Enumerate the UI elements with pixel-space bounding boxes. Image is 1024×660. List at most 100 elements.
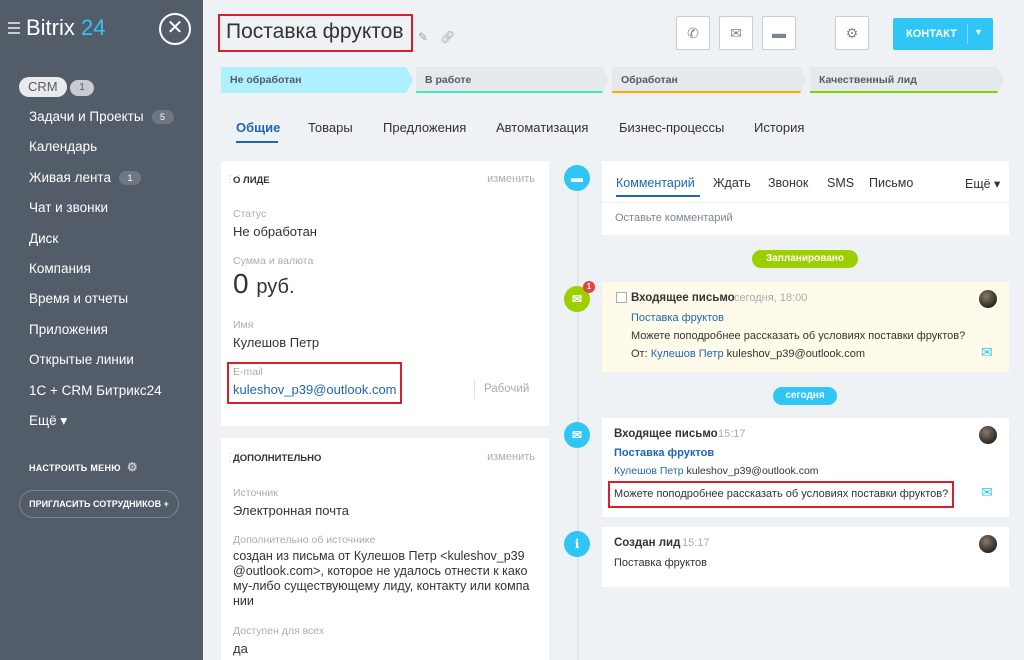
sidebar-header: Bitrix 24 ✕: [0, 0, 203, 58]
editor-tab-call[interactable]: Звонок: [768, 176, 808, 190]
planned-pill: Запланировано: [752, 250, 858, 268]
sum-value: 0 руб.: [233, 268, 295, 299]
sidebar-item-feed[interactable]: Живая лента 1: [0, 163, 203, 193]
comment-input[interactable]: Оставьте комментарий: [615, 212, 733, 224]
contact-button-label: КОНТАКТ: [906, 28, 957, 40]
reply-mail-icon[interactable]: ✉: [981, 484, 993, 501]
edit-link[interactable]: изменить: [487, 451, 535, 463]
tab-general[interactable]: Общие: [236, 120, 280, 135]
link-icon[interactable]: 🔗︎: [440, 30, 455, 44]
gear-icon: ⚙: [126, 460, 138, 474]
avatar[interactable]: [979, 535, 997, 553]
name-value: Кулешов Петр: [233, 335, 320, 350]
chevron-down-icon[interactable]: ▼: [974, 27, 983, 37]
tab-automation[interactable]: Автоматизация: [496, 120, 588, 135]
editor-tab-comment[interactable]: Комментарий: [616, 176, 695, 190]
item-text: Поставка фруктов: [614, 557, 707, 569]
tab-underline: [236, 141, 278, 143]
item-text: Можете поподробнее рассказать об условия…: [631, 330, 966, 342]
item-time: 15:17: [718, 428, 746, 440]
item-title: Входящее письмо: [631, 292, 735, 304]
editor-tab-underline: [616, 195, 700, 197]
sidebar-item-openlines[interactable]: Открытые линии: [0, 345, 203, 375]
today-pill: сегодня: [773, 387, 837, 405]
item-title: Создан лид: [614, 537, 681, 549]
chat-icon: ▬: [772, 25, 786, 41]
contact-button[interactable]: КОНТАКТ ▼: [893, 18, 993, 50]
source-info-line: нии: [233, 594, 254, 608]
sidebar-item-time[interactable]: Время и отчеты: [0, 284, 203, 314]
call-button[interactable]: ✆: [676, 16, 710, 50]
item-from: Кулешов Петр kuleshov_p39@outlook.com: [614, 465, 819, 477]
sidebar-item-apps[interactable]: Приложения: [0, 315, 203, 345]
status-label: Статус: [233, 208, 267, 220]
sidebar-item-disk[interactable]: Диск: [0, 224, 203, 254]
from-name-link[interactable]: Кулешов Петр: [614, 465, 684, 477]
stage-in-progress[interactable]: В работе: [416, 67, 609, 93]
status-value: Не обработан: [233, 224, 317, 239]
sidebar-item-calendar[interactable]: Календарь: [0, 132, 203, 162]
pencil-icon[interactable]: ✎: [418, 30, 428, 44]
sidebar-item-chat[interactable]: Чат и звонки: [0, 193, 203, 223]
sidebar-nav: Задачи и Проекты 5 Календарь Живая лента 1…: [0, 102, 203, 436]
logo[interactable]: Bitrix 24: [26, 15, 106, 41]
sidebar-item-crm[interactable]: CRM: [19, 77, 67, 97]
divider: [602, 202, 1009, 203]
close-icon[interactable]: ✕: [159, 13, 191, 45]
editor-tab-more[interactable]: Ещё ▾: [965, 176, 1000, 191]
email-button[interactable]: ✉: [719, 16, 753, 50]
chat-button[interactable]: ▬: [762, 16, 796, 50]
stage-qualified[interactable]: Качественный лид: [810, 67, 1004, 93]
settings-button[interactable]: ⚙: [835, 16, 869, 50]
edit-link[interactable]: изменить: [487, 173, 535, 185]
feed-count-badge: 1: [118, 171, 141, 186]
sidebar-item-1c[interactable]: 1С + CRM Битрикс24: [0, 376, 203, 406]
card-title: О ЛИДЕ: [233, 175, 270, 186]
sidebar-item-more[interactable]: Ещё ▾: [0, 406, 203, 436]
sidebar: Bitrix 24 ✕ CRM 1 Задачи и Проекты 5 Кале…: [0, 0, 203, 660]
item-time: 15:17: [682, 537, 710, 549]
avatar[interactable]: [979, 426, 997, 444]
reply-mail-icon[interactable]: ✉: [981, 344, 993, 361]
card-title: ДОПОЛНИТЕЛЬНО: [233, 453, 322, 464]
item-time: сегодня, 18:00: [734, 292, 808, 304]
editor-tab-email[interactable]: Письмо: [869, 176, 913, 190]
tab-quotes[interactable]: Предложения: [383, 120, 466, 135]
tab-history[interactable]: История: [754, 120, 804, 135]
crm-count-badge: 1: [70, 80, 94, 96]
additional-card: ⋮⋮ ДОПОЛНИТЕЛЬНО изменить Источник Элект…: [221, 438, 549, 660]
editor-tab-sms[interactable]: SMS: [827, 176, 854, 190]
tab-business-processes[interactable]: Бизнес-процессы: [619, 120, 724, 135]
info-icon: i: [564, 531, 590, 557]
stage-processed[interactable]: Обработан: [612, 67, 807, 93]
email-highlight: [227, 362, 402, 404]
stage-new[interactable]: Не обработан: [221, 67, 413, 93]
page-title[interactable]: Поставка фруктов: [226, 20, 404, 44]
notification-badge: 1: [583, 281, 595, 293]
access-label: Доступен для всех: [233, 625, 325, 637]
invite-button[interactable]: ПРИГЛАСИТЬ СОТРУДНИКОВ +: [19, 490, 179, 518]
envelope-icon: ✉: [730, 25, 742, 41]
avatar[interactable]: [979, 290, 997, 308]
menu-icon[interactable]: [8, 22, 20, 34]
phone-icon: ✆: [687, 25, 699, 41]
sidebar-item-tasks[interactable]: Задачи и Проекты 5: [0, 102, 203, 132]
source-info-line: создан из письма от Кулешов Петр <kulesh…: [233, 549, 525, 563]
item-subject-link[interactable]: Поставка фруктов: [631, 312, 724, 324]
email-type: Рабочий: [484, 383, 530, 395]
item-from: От: Кулешов Петр kuleshov_p39@outlook.co…: [631, 348, 865, 360]
name-label: Имя: [233, 319, 254, 331]
sidebar-item-company[interactable]: Компания: [0, 254, 203, 284]
settings-menu-link[interactable]: НАСТРОИТЬ МЕНЮ ⚙: [29, 460, 138, 474]
editor-tab-wait[interactable]: Ждать: [713, 176, 751, 190]
source-value: Электронная почта: [233, 503, 350, 518]
complete-checkbox[interactable]: [616, 292, 627, 303]
comment-icon: ▬: [564, 165, 590, 191]
sum-label: Сумма и валюта: [233, 255, 314, 267]
tab-products[interactable]: Товары: [308, 120, 353, 135]
from-name-link[interactable]: Кулешов Петр: [651, 348, 724, 360]
contact-button-divider: [967, 24, 968, 44]
access-value: да: [233, 641, 248, 656]
divider: [474, 379, 475, 399]
item-subject-link[interactable]: Поставка фруктов: [614, 447, 714, 459]
